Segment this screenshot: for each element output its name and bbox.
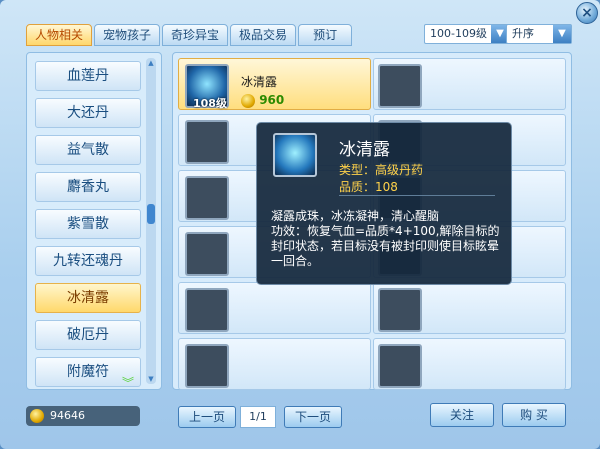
list-item[interactable]: 破厄丹: [35, 320, 141, 350]
list-item[interactable]: 九转还魂丹: [35, 246, 141, 276]
prev-page-button[interactable]: 上一页: [178, 406, 236, 428]
tooltip-quality: 品质：108: [339, 180, 398, 194]
item-name: 冰清露: [241, 75, 278, 89]
potion-icon: [273, 133, 317, 177]
empty-slot: [185, 344, 229, 388]
item-card[interactable]: [373, 338, 566, 390]
scroll-up-icon[interactable]: ▲: [146, 58, 156, 68]
chevron-down-icon[interactable]: ︾: [122, 374, 134, 391]
buy-button[interactable]: 购 买: [502, 403, 566, 427]
tab-character[interactable]: 人物相关: [26, 24, 93, 46]
tooltip-title: 冰清露: [339, 140, 390, 160]
tab-treasure[interactable]: 奇珍异宝: [162, 24, 229, 46]
close-icon[interactable]: ×: [576, 2, 598, 24]
sort-select[interactable]: 升序 ▼: [506, 24, 572, 44]
list-item[interactable]: 益气散: [35, 135, 141, 165]
trade-window: × 人物相关 宠物孩子 奇珍异宝 极品交易 预订 100-109级 ▼ 升序 ▼…: [0, 0, 600, 449]
tab-premium[interactable]: 极品交易: [230, 24, 297, 46]
category-tabs: 人物相关 宠物孩子 奇珍异宝 极品交易 预订: [26, 24, 353, 46]
chevron-down-icon: ▼: [553, 25, 571, 43]
tab-pet[interactable]: 宠物孩子: [94, 24, 161, 46]
page-indicator: 1/1: [240, 406, 276, 428]
item-card[interactable]: [373, 282, 566, 334]
list-item[interactable]: 大还丹: [35, 98, 141, 128]
empty-slot: [185, 176, 229, 220]
sort-value: 升序: [512, 27, 534, 40]
tooltip-type: 类型：高级丹药: [339, 163, 424, 177]
tab-reserve[interactable]: 预订: [298, 24, 353, 46]
list-item[interactable]: 血莲丹: [35, 61, 141, 91]
level-filter-select[interactable]: 100-109级 ▼: [424, 24, 510, 44]
level-filter-value: 100-109级: [430, 27, 487, 40]
follow-button[interactable]: 关注: [430, 403, 494, 427]
item-card[interactable]: 108级 冰清露 960: [178, 58, 371, 110]
price-value: 960: [259, 93, 285, 107]
empty-slot: [185, 232, 229, 276]
item-price: 960: [241, 93, 284, 108]
item-tooltip: 冰清露 类型：高级丹药 品质：108 凝露成珠，冰冻凝神，清心醒脑 功效：恢复气…: [256, 122, 512, 285]
money-value: 94646: [50, 409, 85, 422]
item-card[interactable]: [373, 58, 566, 110]
empty-slot: [185, 288, 229, 332]
coin-icon: [30, 409, 44, 423]
item-card[interactable]: [178, 338, 371, 390]
tooltip-desc-line1: 凝露成珠，冰冻凝神，清心醒脑: [271, 209, 440, 223]
list-item[interactable]: 麝香丸: [35, 172, 141, 202]
empty-slot: [185, 120, 229, 164]
list-scrollbar[interactable]: ▲ ▼: [146, 58, 156, 384]
empty-slot: [378, 64, 422, 108]
item-category-list: 血莲丹 大还丹 益气散 麝香丸 紫雪散 九转还魂丹 冰清露 破厄丹 附魔符: [26, 52, 162, 390]
coin-icon: [241, 93, 255, 108]
empty-slot: [378, 344, 422, 388]
scroll-thumb[interactable]: [147, 204, 155, 224]
empty-slot: [378, 288, 422, 332]
next-page-button[interactable]: 下一页: [284, 406, 342, 428]
item-level: 108级: [193, 97, 227, 110]
item-card[interactable]: [178, 282, 371, 334]
divider: [339, 195, 495, 196]
tooltip-desc-line2: 功效：恢复气血=品质*4+100,解除目标的封印状态，若目标没有被封印则使目标眩…: [271, 224, 500, 268]
list-item-selected[interactable]: 冰清露: [35, 283, 141, 313]
money-display: 94646: [26, 406, 140, 426]
scroll-down-icon[interactable]: ▼: [146, 374, 156, 384]
list-item[interactable]: 紫雪散: [35, 209, 141, 239]
